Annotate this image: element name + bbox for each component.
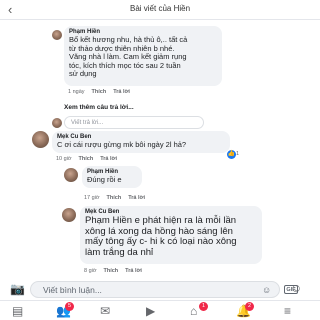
notifications-badge: 2: [245, 302, 254, 311]
messenger-icon[interactable]: ✉: [100, 304, 110, 318]
comment-text: C ơi cái rượu gừng mk bôi ngày 2l hả?: [57, 140, 187, 149]
friends-badge: 5: [65, 302, 74, 311]
comment-bubble: Mẹk Cu Ben Phạm Hiền e phát hiện ra là m…: [80, 206, 262, 264]
avatar[interactable]: [64, 168, 78, 182]
comment-meta: 8 giờ Thích Trả lời: [84, 268, 149, 274]
comment-text: Bổ kết hương nhu, hà thủ ô,.. tất cả từ …: [69, 35, 188, 79]
news-feed-icon[interactable]: ▤: [12, 304, 23, 318]
top-bar: ‹ Bài viết của Hiền: [0, 0, 320, 20]
reply-input[interactable]: Viết trả lời...: [64, 116, 204, 129]
more-replies-link[interactable]: Xem thêm câu trả lời...: [64, 104, 134, 111]
comment-bubble: Phạm Hiền Bổ kết hương nhu, hà thủ ô,.. …: [64, 26, 222, 86]
menu-icon[interactable]: ≡: [284, 304, 291, 318]
reaction-count: 1: [236, 151, 240, 157]
like-button[interactable]: Thích: [79, 156, 94, 162]
reply-button[interactable]: Trả lời: [128, 195, 145, 201]
reply-button[interactable]: Trả lời: [100, 156, 117, 162]
like-button[interactable]: Thích: [103, 268, 118, 274]
comment-meta: 10 giờ Thích Trả lời: [56, 156, 124, 162]
avatar: [52, 118, 62, 128]
comment-time: 17 giờ: [84, 195, 100, 201]
comment-bubble: Mẹk Cu Ben C ơi cái rượu gừng mk bôi ngà…: [52, 131, 230, 153]
page-title: Bài viết của Hiền: [129, 4, 191, 13]
comment-meta: 17 giờ Thích Trả lời: [84, 195, 152, 201]
marketplace-icon[interactable]: ⌂: [190, 304, 197, 318]
comment-composer: 📷 Viết bình luận... ☺ GIF ☺: [0, 278, 320, 300]
comment-time: 8 giờ: [84, 268, 97, 274]
comment-bubble: Phạm Hiền Đúng rồi e: [82, 166, 142, 188]
sticker-icon[interactable]: ☺: [262, 285, 271, 295]
comment-time: 1 ngày: [68, 89, 85, 95]
reply-button[interactable]: Trả lời: [113, 89, 130, 95]
avatar[interactable]: [52, 30, 62, 40]
reply-button[interactable]: Trả lời: [125, 268, 142, 274]
like-button[interactable]: Thích: [107, 195, 122, 201]
avatar[interactable]: [32, 131, 49, 148]
comment-meta: 1 ngày Thích Trả lời: [68, 89, 137, 95]
camera-icon[interactable]: 📷: [10, 282, 25, 296]
like-button[interactable]: Thích: [92, 89, 107, 95]
comment-text: Đúng rồi e: [87, 175, 122, 184]
comment-input[interactable]: Viết bình luận... ☺ GIF: [30, 281, 298, 298]
emoji-icon[interactable]: ☺: [290, 281, 302, 295]
comment-time: 10 giờ: [56, 156, 72, 162]
like-reaction-icon[interactable]: 👍: [227, 150, 236, 159]
comment-text: Phạm Hiền e phát hiện ra là mỗi lần xông…: [85, 215, 237, 258]
marketplace-badge: 1: [199, 302, 208, 311]
video-icon[interactable]: ▶: [146, 304, 155, 318]
reply-placeholder: Viết trả lời...: [71, 119, 104, 126]
bottom-navbar: ▤ 👥 5 ✉ ▶ ⌂ 1 🔔 2 ≡: [0, 300, 320, 320]
avatar[interactable]: [62, 208, 76, 222]
comment-placeholder: Viết bình luận...: [43, 285, 102, 295]
